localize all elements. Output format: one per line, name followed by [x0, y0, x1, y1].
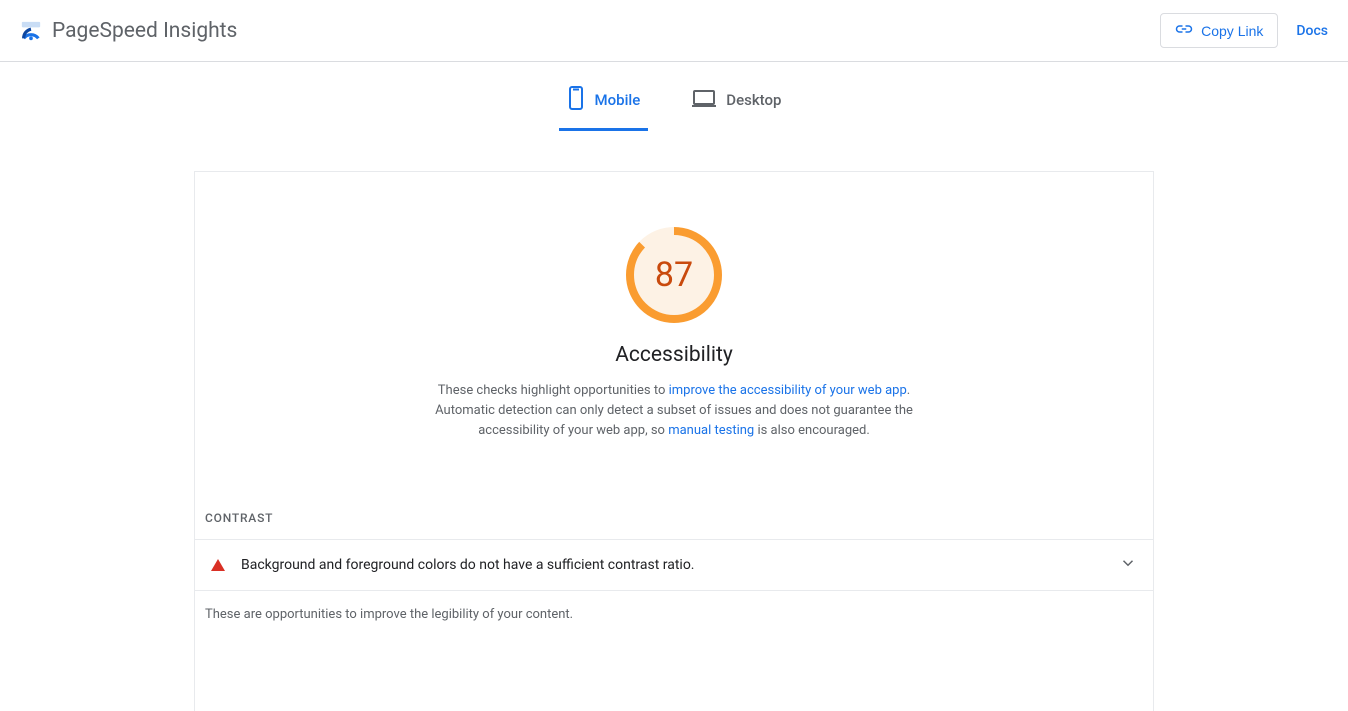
gauge-description: These checks highlight opportunities to …	[434, 381, 914, 441]
desc-text-3: is also encouraged.	[754, 423, 870, 438]
warning-triangle-icon	[211, 559, 225, 571]
manual-testing-link[interactable]: manual testing	[668, 423, 754, 438]
link-icon	[1175, 22, 1193, 39]
header-left: PageSpeed Insights	[20, 19, 237, 43]
score-value: 87	[626, 227, 722, 323]
docs-link[interactable]: Docs	[1296, 23, 1328, 39]
audit-left: Background and foreground colors do not …	[211, 557, 695, 573]
tab-desktop[interactable]: Desktop	[684, 80, 789, 131]
accessibility-gauge-section: 87 Accessibility These checks highlight …	[195, 172, 1153, 441]
copy-link-button[interactable]: Copy Link	[1160, 13, 1278, 48]
contrast-heading: CONTRAST	[195, 441, 1153, 539]
app-header: PageSpeed Insights Copy Link Docs	[0, 0, 1348, 62]
tab-desktop-label: Desktop	[726, 91, 781, 109]
desc-text-1: These checks highlight opportunities to	[438, 383, 669, 398]
device-tabs: Mobile Desktop	[0, 62, 1348, 131]
improve-accessibility-link[interactable]: improve the accessibility of your web ap…	[669, 383, 907, 398]
gauge-title: Accessibility	[195, 343, 1153, 367]
desktop-icon	[692, 89, 716, 111]
header-right: Copy Link Docs	[1160, 13, 1328, 48]
report-content: 87 Accessibility These checks highlight …	[194, 171, 1154, 711]
tab-mobile-label: Mobile	[595, 91, 641, 109]
chevron-down-icon	[1119, 554, 1137, 576]
copy-link-label: Copy Link	[1201, 23, 1263, 39]
tab-mobile[interactable]: Mobile	[559, 80, 649, 131]
score-gauge: 87	[626, 227, 722, 323]
contrast-note: These are opportunities to improve the l…	[195, 591, 1153, 622]
contrast-audit-row[interactable]: Background and foreground colors do not …	[195, 539, 1153, 591]
app-title: PageSpeed Insights	[52, 19, 237, 43]
pagespeed-logo-icon	[20, 20, 42, 42]
audit-text: Background and foreground colors do not …	[241, 557, 695, 573]
mobile-icon	[567, 86, 585, 114]
